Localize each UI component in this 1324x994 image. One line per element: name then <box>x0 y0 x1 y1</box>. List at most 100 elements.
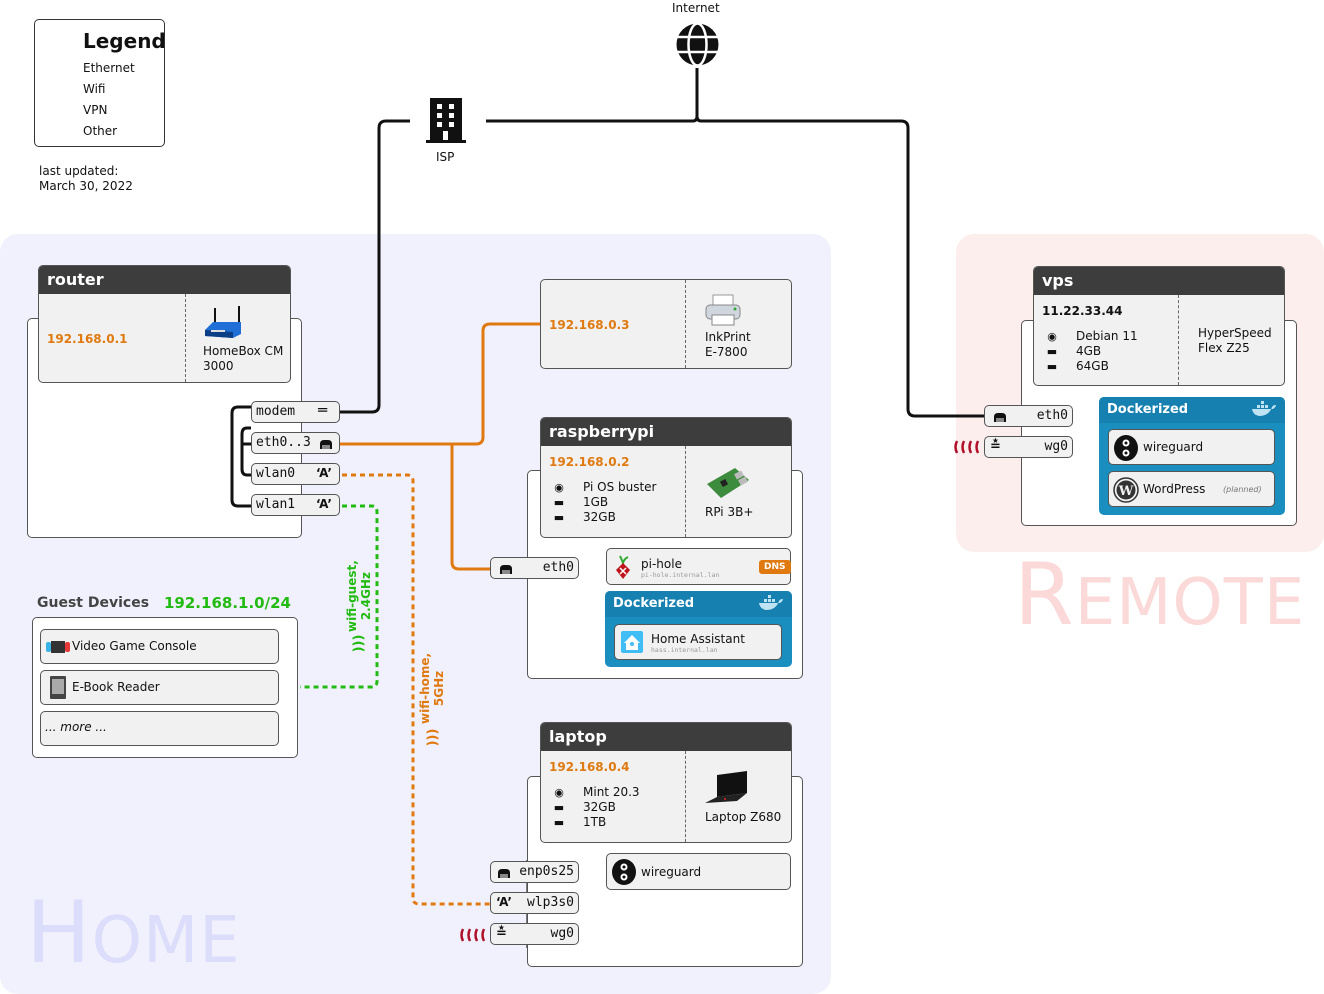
vps-info: vps 11.22.33.44 ◉ Debian 11 ▬ 4GB ▬ 64GB Hy… <box>1033 266 1285 386</box>
router-model: HomeBox CM 3000 <box>203 344 283 374</box>
printer-icon <box>705 294 741 326</box>
home-assistant-name: Home Assistant <box>651 632 745 646</box>
router-device-icon <box>205 306 241 338</box>
raspberrypi-iface-eth0[interactable]: eth0 <box>490 557 579 579</box>
disk-icon: ▬ <box>553 511 565 524</box>
wireguard-dragon-icon: ≛ <box>496 926 507 941</box>
router-iface-eth[interactable]: eth0..3 <box>251 432 340 454</box>
docker-whale-icon <box>1252 401 1276 416</box>
raspberrypi-board-icon <box>707 468 749 498</box>
service-pi-hole[interactable]: pi-hole pi-hole.internal.lan DNS <box>606 548 791 585</box>
antenna-icon: ‘A’ <box>316 497 332 511</box>
service-laptop-wireguard[interactable]: wireguard <box>606 853 791 890</box>
service-home-assistant[interactable]: Home Assistant hass.internal.lan <box>614 624 782 660</box>
wordpress-icon: W <box>1113 477 1139 503</box>
laptop-wireguard-name: wireguard <box>641 865 702 879</box>
router-model-line1: HomeBox CM <box>203 344 284 358</box>
antenna-icon: ‘A’ <box>316 466 332 480</box>
guest-device-item[interactable]: E-Book Reader <box>40 670 279 705</box>
raspberrypi-title: raspberrypi <box>541 418 791 446</box>
wifi-home-label: wifi-home, 5GHz <box>418 653 446 724</box>
router-info: router 192.168.0.1 HomeBox CM 3000 <box>38 265 291 383</box>
home-assistant-icon <box>621 631 643 653</box>
legend-wifi-label: Wifi <box>83 82 106 96</box>
wifi-icon: ))) <box>425 728 441 747</box>
wifi-guest-line1: wifi-guest, <box>345 560 359 632</box>
laptop-os: Mint 20.3 <box>583 785 640 799</box>
globe-icon <box>676 22 719 67</box>
router-iface-wlan0[interactable]: wlan0 ‘A’ <box>251 463 340 485</box>
wordpress-planned-note: (planned) <box>1223 485 1262 494</box>
disk-icon: ▬ <box>1046 360 1058 373</box>
wifi-guest-line2: 2.4GHz <box>359 572 373 621</box>
raspberrypi-info: raspberrypi 192.168.0.2 ◉ Pi OS buster ▬ 1… <box>540 417 792 538</box>
vps-os: Debian 11 <box>1076 329 1138 343</box>
router-iface-wlan1[interactable]: wlan1 ‘A’ <box>251 494 340 516</box>
guest-device-item[interactable]: ... more ... <box>40 711 279 746</box>
raspberrypi-disk: 32GB <box>583 510 616 524</box>
printer-ip: 192.168.0.3 <box>549 318 630 332</box>
guest-device-name: E-Book Reader <box>72 680 160 694</box>
disc-icon: ◉ <box>554 481 564 494</box>
game-console-icon <box>46 641 70 653</box>
guest-device-name: Video Game Console <box>72 639 197 653</box>
printer-model-line1: InkPrint <box>705 330 751 344</box>
last-updated-date: March 30, 2022 <box>39 179 133 193</box>
ram-icon: ▬ <box>553 496 565 509</box>
legend-vpn-label: VPN <box>83 103 108 117</box>
router-iface-modem[interactable]: modem ═ <box>251 401 340 423</box>
vps-model: HyperSpeed Flex Z25 <box>1198 326 1272 356</box>
router-ip: 192.168.0.1 <box>47 332 128 346</box>
vps-model-line1: HyperSpeed <box>1198 326 1272 340</box>
laptop-info: laptop 192.168.0.4 ◉ Mint 20.3 ▬ 32GB ▬ 1TB… <box>540 722 792 843</box>
laptop-title: laptop <box>541 723 791 751</box>
disk-icon: ▬ <box>553 816 565 829</box>
printer-model-line2: E-7800 <box>705 345 748 359</box>
service-wordpress[interactable]: W WordPress (planned) <box>1108 471 1275 507</box>
wireguard-dragon-icon: ≛ <box>990 439 1001 454</box>
wifi-icon: ))) <box>351 634 367 653</box>
wifi-home-line2: 5GHz <box>432 670 446 707</box>
vps-disk: 64GB <box>1076 359 1109 373</box>
raspberrypi-docker-group: Dockerized Home Assistant hass.internal.… <box>605 591 792 667</box>
vps-title: vps <box>1034 267 1284 295</box>
pi-hole-host: pi-hole.internal.lan <box>641 571 720 579</box>
vps-ram: 4GB <box>1076 344 1102 358</box>
laptop-iface-wg0[interactable]: ≛ wg0 <box>490 923 579 945</box>
equals-icon: ═ <box>318 401 328 419</box>
vps-iface-wg0[interactable]: ≛ wg0 <box>984 436 1073 458</box>
antenna-icon: ‘A’ <box>496 895 512 909</box>
laptop-iface-wlp3s0[interactable]: ‘A’ wlp3s0 <box>490 892 579 914</box>
vps-specs: ◉ Debian 11 ▬ 4GB ▬ 64GB <box>1044 329 1138 374</box>
laptop-specs: ◉ Mint 20.3 ▬ 32GB ▬ 1TB <box>551 785 640 830</box>
internet-label: Internet <box>672 1 720 15</box>
ethernet-port-icon <box>993 409 1007 428</box>
vps-wireguard-name: wireguard <box>1143 440 1204 454</box>
guest-device-item[interactable]: Video Game Console <box>40 629 279 664</box>
raspberrypi-ram: 1GB <box>583 495 609 509</box>
vps-ip: 11.22.33.44 <box>1042 304 1123 318</box>
vps-iface-eth0[interactable]: eth0 <box>984 405 1073 427</box>
vps-docker-group: Dockerized wireguard W WordPress (planne… <box>1099 397 1285 515</box>
laptop-ram: 32GB <box>583 800 616 814</box>
docker-whale-icon <box>759 595 783 610</box>
svg-text:W: W <box>1118 484 1134 499</box>
laptop-iface-enp0s25[interactable]: enp0s25 <box>490 861 579 883</box>
printer-model: InkPrint E-7800 <box>705 330 751 360</box>
raspberrypi-os: Pi OS buster <box>583 480 657 494</box>
legend-ethernet-label: Ethernet <box>83 61 135 75</box>
home-zone-label: HOME <box>26 883 241 983</box>
disc-icon: ◉ <box>554 786 564 799</box>
dns-badge: DNS <box>759 560 791 574</box>
legend-other-label: Other <box>83 124 118 138</box>
wifi-home-line1: wifi-home, <box>418 652 432 724</box>
raspberrypi-model: RPi 3B+ <box>705 505 754 519</box>
service-vps-wireguard[interactable]: wireguard <box>1108 429 1275 465</box>
vps-model-line2: Flex Z25 <box>1198 341 1250 355</box>
isp-label: ISP <box>436 150 455 164</box>
laptop-ip: 192.168.0.4 <box>549 760 630 774</box>
building-icon <box>426 98 466 143</box>
wordpress-name: WordPress <box>1143 482 1206 496</box>
router-title: router <box>39 266 290 294</box>
pi-hole-icon <box>616 555 630 579</box>
